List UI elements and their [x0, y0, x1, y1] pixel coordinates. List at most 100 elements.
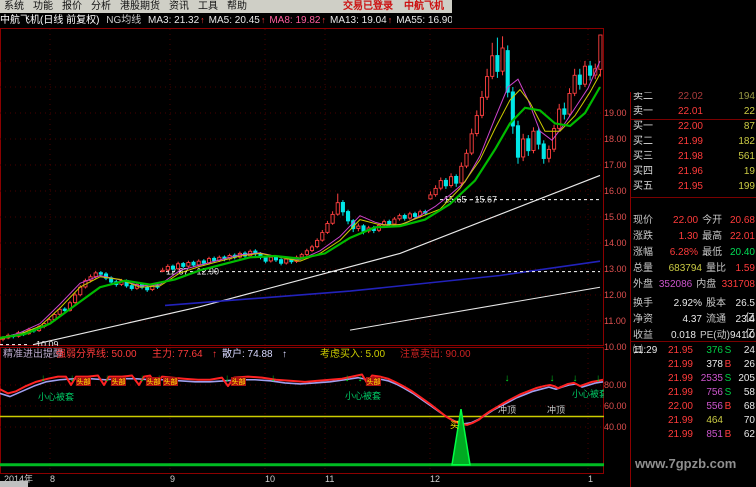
- tick-row-2: 21.99 2535 S 205: [667, 373, 755, 384]
- top-tag-label: 头部: [164, 377, 178, 386]
- menu-item-4[interactable]: 港股期货: [120, 0, 160, 13]
- time-axis-label: 12: [430, 474, 441, 484]
- stat-row-4: 外盘 352086 内盘 331708: [633, 279, 755, 290]
- ma-label-4: MA55: 16.90: [396, 15, 452, 26]
- sell-warning-arrow-icon: ↓: [358, 373, 363, 384]
- time-axis-label: 8: [50, 474, 56, 484]
- buy-signal-spike: [451, 409, 471, 466]
- ma-trend-arrow: ↑: [321, 15, 326, 25]
- ma-label-1: MA5: 20.45: [208, 15, 260, 26]
- menu-items: 系统 功能 报价 分析 港股期货 资讯 工具 帮助: [4, 0, 256, 13]
- stat-row-0: 现价 22.00 今开 20.68: [633, 215, 755, 226]
- ma-trend-arrow: ↑: [387, 15, 393, 25]
- indicator-annotation: 小心被套: [38, 391, 74, 402]
- ma-label-3: MA13: 19.04: [329, 15, 387, 26]
- trade-login-status: 交易已登录: [343, 1, 393, 12]
- price-tick-label: 15.00: [604, 212, 627, 222]
- stat-row-2: 涨幅 6.28% 最低 20.40: [633, 247, 755, 258]
- tick-row-6: 21.99 851 B 62: [667, 429, 755, 440]
- ma-values: MA3: 21.32↑ MA5: 20.45↑ MA8: 19.82↑ MA13: 1…: [148, 15, 452, 26]
- price-tick-label: 17.00: [604, 160, 627, 170]
- menu-item-5[interactable]: 资讯: [169, 0, 189, 13]
- time-axis-label: 10: [265, 474, 276, 484]
- indicator-header: 精准进出提醒 强弱分界线: 50.00 主力: 77.64 ↑ 散户: 74.8…: [0, 349, 600, 361]
- indicator-divider-level: 强弱分界线: 50.00: [56, 349, 137, 360]
- tick-row-4: 22.00 556 B 68: [667, 401, 755, 412]
- main-up-arrow: ↑: [212, 349, 217, 360]
- ma-label-2: MA8: 19.82: [269, 15, 321, 26]
- tick-row-5: 21.99 464 70: [667, 415, 755, 426]
- sell-warning-arrow-icon: ↓: [105, 373, 110, 384]
- chart-title-bar: 中航飞机(日线 前复权) NG均线 MA3: 21.32↑ MA5: 20.45↑…: [0, 13, 452, 28]
- top-tag-label: 头部: [232, 377, 246, 386]
- sell-warning-arrow-icon: ↓: [505, 373, 510, 384]
- tick-row-3: 21.99 756 S 58: [667, 387, 755, 398]
- price-tick-label: 10.00: [604, 342, 627, 352]
- indicator-annotation: 冲顶: [547, 404, 565, 415]
- quote-panel-mask: [630, 28, 756, 92]
- indicator-tick-label: 60.00: [604, 401, 627, 411]
- time-axis-label: 1: [588, 474, 594, 484]
- menu-item-7[interactable]: 帮助: [227, 0, 247, 13]
- main-candlestick-chart[interactable]: 15.65 - 15.6712.87 - 12.9010.09: [0, 28, 604, 346]
- price-tick-label: 16.00: [604, 186, 627, 196]
- stat-row-5: 换手 2.92% 股本 26.5亿: [633, 298, 755, 324]
- quote-panel: 卖二 22.02 194 卖一 22.01 22 买一 22.00 87 买二 21.99 182 买三…: [630, 28, 756, 487]
- sell-warning-arrow-icon: ↓: [225, 373, 230, 384]
- bid-row-买三[interactable]: 买三 21.98 561: [633, 150, 755, 164]
- indicator-tick-label: 40.00: [604, 422, 627, 432]
- ask-row-卖二[interactable]: 卖二 22.02 194: [633, 90, 755, 104]
- time-axis: 2014年 8 9 10 11 12 1: [0, 473, 604, 486]
- sell-warning-arrow-icon: ↓: [70, 373, 75, 384]
- indicator-name: 精准进出提醒: [3, 349, 63, 360]
- retail-up-arrow: ↑: [282, 349, 287, 360]
- price-tick-label: 13.00: [604, 264, 627, 274]
- status-stock-name[interactable]: 中航飞机: [404, 0, 444, 13]
- indicator-retail-value: 散户: 74.88: [222, 349, 273, 360]
- menu-item-3[interactable]: 分析: [91, 0, 111, 13]
- top-tag-label: 头部: [147, 377, 161, 386]
- menu-item-1[interactable]: 功能: [33, 0, 53, 13]
- time-axis-label: 9: [170, 474, 176, 484]
- indicator-annotation: 小心被套: [572, 388, 604, 399]
- indicator-tick-label: 80.00: [604, 380, 627, 390]
- indicator-main-value: 主力: 77.64: [152, 349, 203, 360]
- menu-item-6[interactable]: 工具: [198, 0, 218, 13]
- bid-row-买一[interactable]: 买一 22.00 87: [633, 120, 755, 134]
- indicator-chart[interactable]: ↓↓↓↓↓↓↓↓↓↓↓↓↓头部头部头部头部头部头部小心被套小心被套小心被套冲顶冲…: [0, 347, 604, 474]
- bid-row-买二[interactable]: 买二 21.99 182: [633, 135, 755, 149]
- menu-item-0[interactable]: 系统: [4, 0, 24, 13]
- ask-row-卖一[interactable]: 卖一 22.01 22: [633, 105, 755, 119]
- trendline-start-label: 10.09: [36, 340, 59, 346]
- ma-trend-arrow: ↑: [260, 15, 266, 25]
- top-tag-label: 头部: [367, 377, 381, 386]
- top-tag-label: 头部: [77, 377, 91, 386]
- sell-warning-arrow-icon: ↓: [573, 373, 578, 384]
- price-tick-label: 18.00: [604, 134, 627, 144]
- price-tick-label: 19.00: [604, 108, 627, 118]
- sell-warning-arrow-icon: ↓: [271, 373, 276, 384]
- top-tag-label: 头部: [112, 377, 126, 386]
- tick-row-0: 11:29 21.95 376 S 24: [633, 345, 755, 356]
- stat-row-6: 净资 4.37 流通 23.4亿: [633, 314, 755, 340]
- price-tick-label: 14.00: [604, 238, 627, 248]
- price-tick-label: 12.00: [604, 290, 627, 300]
- bid-row-买五[interactable]: 买五 21.95 199: [633, 180, 755, 194]
- ma-indicator-label: NG均线: [106, 15, 142, 26]
- sell-warning-arrow-icon: ↓: [41, 373, 46, 384]
- trading-app-window: 系统 功能 报价 分析 港股期货 资讯 工具 帮助 交易已登录 中航飞机 中航飞机(日线 前复…: [0, 0, 756, 487]
- stat-row-1: 涨跌 1.30 最高 22.01: [633, 231, 755, 242]
- bottom-tab[interactable]: [0, 481, 28, 487]
- divider: [631, 197, 756, 198]
- sell-warning-arrow-icon: ↓: [140, 373, 145, 384]
- bid-row-买四[interactable]: 买四 21.96 19: [633, 165, 755, 179]
- stat-row-3: 总量 683794 量比 1.59: [633, 263, 755, 274]
- indicator-buy-level: 考虑买入: 5.00: [320, 349, 386, 360]
- indicator-annotation: 买: [450, 420, 459, 430]
- indicator-annotation: 冲顶: [498, 404, 516, 415]
- ma-trend-arrow: ↑: [200, 15, 205, 25]
- price-tick-label: 11.00: [604, 316, 626, 326]
- menu-item-2[interactable]: 报价: [62, 0, 82, 13]
- time-axis-label: 11: [325, 474, 335, 484]
- indicator-sell-level: 注意卖出: 90.00: [400, 349, 471, 360]
